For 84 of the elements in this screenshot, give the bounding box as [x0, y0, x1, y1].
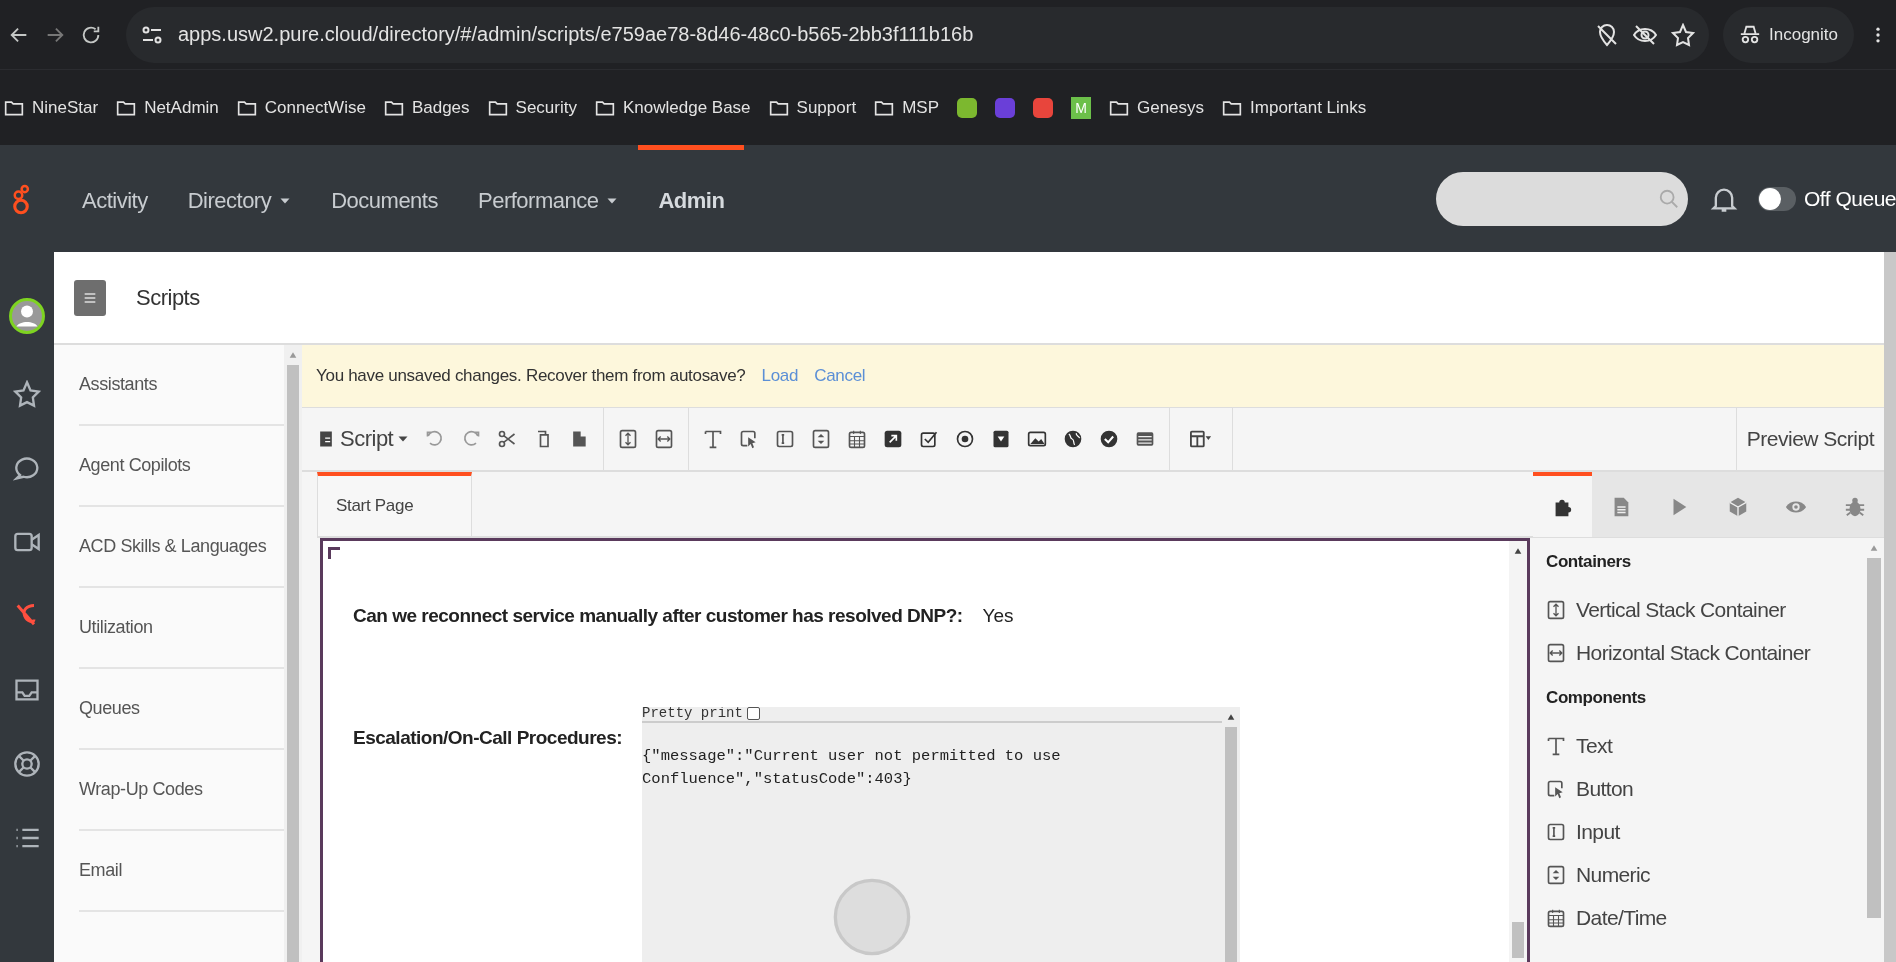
- bookmark-folder[interactable]: Knowledge Base: [595, 97, 751, 118]
- loading-icon: [832, 877, 913, 957]
- palette-tab[interactable]: [1533, 472, 1592, 537]
- bookmark-folder[interactable]: NineStar: [4, 97, 99, 118]
- queue-status: Off Queue: [1804, 186, 1896, 211]
- section-heading: Containers: [1546, 552, 1632, 572]
- palette-item[interactable]: Vertical Stack Container: [1546, 588, 1864, 631]
- queue-toggle[interactable]: [1758, 186, 1796, 211]
- field-label: Escalation/On-Call Procedures:: [353, 727, 623, 749]
- scroll-thumb[interactable]: [1225, 727, 1238, 962]
- field-value: Yes: [982, 605, 1014, 627]
- scrollbar[interactable]: [1884, 252, 1896, 962]
- script-menu[interactable]: Script: [316, 426, 410, 452]
- nav-link[interactable]: Admin: [638, 145, 745, 252]
- horizontal-stack-icon: [1546, 641, 1566, 664]
- sidebar-item[interactable]: Email: [79, 860, 122, 881]
- menu-button[interactable]: [74, 279, 106, 316]
- bookmark-icon[interactable]: [956, 97, 977, 118]
- search-field[interactable]: [1436, 171, 1688, 226]
- star-icon[interactable]: [13, 380, 41, 408]
- nav-link[interactable]: Performance: [458, 145, 639, 252]
- bookmark-icon[interactable]: [1032, 97, 1053, 118]
- address-bar[interactable]: apps.usw2.pure.cloud/directory/#/admin/scripts/e759ae78-8d46-48c0-b565-2bb3f111b16b: [126, 6, 1709, 63]
- nav-link[interactable]: Directory: [167, 145, 312, 252]
- check-circle-icon[interactable]: [1099, 428, 1120, 450]
- scroll-thumb[interactable]: [1867, 558, 1881, 918]
- calendar-icon[interactable]: [847, 428, 868, 450]
- sidebar-item[interactable]: Agent Copilots: [79, 455, 191, 476]
- search-icon: [1658, 187, 1680, 210]
- banner-message: You have unsaved changes. Recover them from autosave?: [316, 366, 746, 386]
- incognito-icon: [1739, 23, 1761, 46]
- location-off-icon[interactable]: [1595, 22, 1619, 47]
- page-title: Scripts: [136, 284, 200, 311]
- palette-item[interactable]: Text: [1546, 724, 1864, 767]
- vertical-stack-icon[interactable]: [618, 428, 639, 450]
- link-icon[interactable]: [883, 428, 904, 450]
- palette-item[interactable]: Button: [1546, 767, 1864, 810]
- scrollbar[interactable]: [1509, 541, 1527, 962]
- palette-item[interactable]: Input: [1546, 810, 1864, 853]
- scrollbar[interactable]: [284, 345, 302, 962]
- nav-link[interactable]: Activity: [62, 145, 168, 252]
- lifebuoy-icon[interactable]: [13, 750, 41, 778]
- sidebar-item[interactable]: Utilization: [79, 617, 153, 638]
- pretty-print-label: Pretty print: [642, 707, 743, 720]
- corner-marker: [328, 547, 340, 559]
- sidebar-item[interactable]: ACD Skills & Languages: [79, 536, 267, 557]
- numeric-icon: [1546, 863, 1566, 886]
- avatar-icon: [9, 298, 45, 334]
- page-tab[interactable]: Start Page: [317, 472, 472, 536]
- bookmark-folder[interactable]: ConnectWise: [236, 97, 366, 118]
- chat-icon[interactable]: [13, 454, 41, 482]
- radio-icon[interactable]: [955, 428, 976, 450]
- input-icon[interactable]: [775, 428, 796, 450]
- scroll-up-icon[interactable]: [1226, 713, 1237, 721]
- profile-button[interactable]: Incognito: [1723, 6, 1854, 63]
- eye-off-icon[interactable]: [1633, 22, 1657, 47]
- nav-link[interactable]: Documents: [311, 145, 458, 252]
- globe-icon[interactable]: [1063, 428, 1084, 450]
- bookmark-folder[interactable]: Security: [487, 97, 577, 118]
- scissors-icon[interactable]: [497, 428, 518, 450]
- bookmark-folder[interactable]: Genesys: [1108, 97, 1205, 118]
- sidebar-item[interactable]: Wrap-Up Codes: [79, 779, 203, 800]
- bug-icon: [1843, 495, 1866, 518]
- bookmark-folder[interactable]: MSP: [874, 97, 939, 118]
- vertical-stack-icon: [1546, 598, 1566, 621]
- dropdown-icon[interactable]: [991, 428, 1012, 450]
- scroll-thumb[interactable]: [1512, 922, 1524, 958]
- scroll-thumb[interactable]: [287, 365, 299, 962]
- numeric-icon[interactable]: [811, 428, 832, 450]
- palette-item[interactable]: Numeric: [1546, 853, 1864, 896]
- bookmark-folder[interactable]: Support: [768, 97, 857, 118]
- scroll-up-icon[interactable]: [1513, 547, 1523, 555]
- section-heading: Components: [1546, 688, 1647, 708]
- horizontal-stack-icon[interactable]: [654, 428, 675, 450]
- palette-item[interactable]: Horizontal Stack Container: [1546, 631, 1864, 674]
- sidebar-item[interactable]: Assistants: [79, 374, 158, 395]
- field-label: Can we reconnect service manually after customer has resolved DNP?:: [353, 605, 963, 627]
- sidebar-item[interactable]: Queues: [79, 698, 140, 719]
- checkbox[interactable]: [746, 707, 760, 720]
- bookmark-folder[interactable]: Important Links: [1222, 97, 1367, 118]
- palette-item[interactable]: Date/Time: [1546, 896, 1864, 939]
- bookmark-folder[interactable]: Badges: [383, 97, 470, 118]
- json-response: {"message":"Current user not permitted to use Confluence","statusCode":403}: [642, 746, 1062, 790]
- bookmark-folder[interactable]: NetAdmin: [116, 97, 219, 118]
